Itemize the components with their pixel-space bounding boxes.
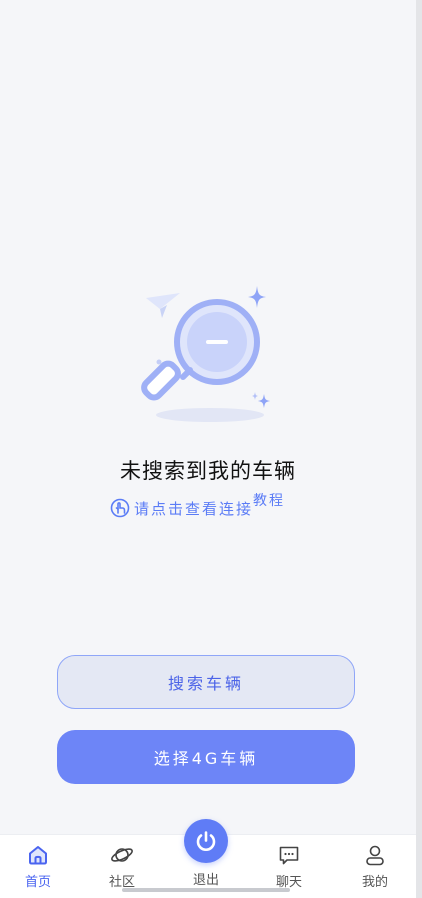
user-icon [366,845,384,866]
planet-icon [111,848,133,862]
tab-home[interactable]: 首页 [8,843,68,895]
tutorial-link-text: 请点击查看连接 [134,499,254,518]
exit-button[interactable]: 退出 [176,819,236,898]
exit-label: 退出 [192,873,219,888]
select-4g-vehicle-button[interactable]: 选择4G车辆 [57,730,355,784]
power-button[interactable] [184,819,228,863]
connection-tutorial-link[interactable]: 请点击查看连接 教程 [110,493,285,523]
tutorial-link-text-raised: 教程 [253,493,286,509]
scroll-edge [416,0,422,898]
power-icon [196,831,216,851]
empty-state-title: 未搜索到我的车辆 [120,459,296,483]
home-indicator [122,888,290,892]
tab-home-label: 首页 [24,875,51,890]
search-vehicle-button[interactable]: 搜索车辆 [57,655,355,709]
tab-mine-label: 我的 [361,875,388,890]
tab-mine[interactable]: 我的 [345,843,405,895]
hand-pointer-icon [110,498,130,518]
vehicle-search-screen: 未搜索到我的车辆 请点击查看连接 教程 搜索车辆 选择4G车辆 首页 社区 聊天… [0,0,422,898]
empty-search-illustration [141,286,270,422]
home-icon [29,846,47,865]
chat-icon [279,846,299,865]
